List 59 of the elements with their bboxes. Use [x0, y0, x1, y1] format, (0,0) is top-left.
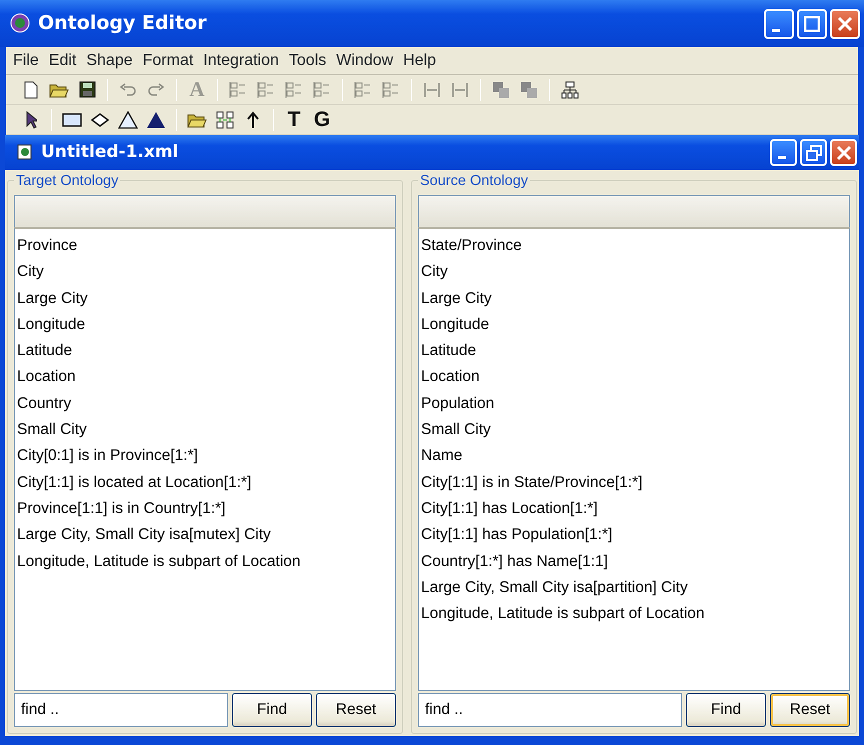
menu-item[interactable]: Help: [398, 48, 442, 72]
window-title: Ontology Editor: [38, 11, 208, 36]
list-item[interactable]: City[1:1] is in State/Province[1:*]: [419, 470, 849, 496]
restore-button[interactable]: [800, 139, 827, 166]
list-item[interactable]: Country: [15, 390, 395, 418]
minimize-button[interactable]: [764, 8, 794, 38]
close-button[interactable]: [830, 139, 857, 166]
close-icon: [836, 144, 852, 160]
maximize-button[interactable]: [797, 8, 827, 38]
search-field[interactable]: find ..: [418, 693, 682, 727]
list-item[interactable]: Longitude, Latitude is subpart of Location: [419, 601, 849, 628]
list-item[interactable]: State/Province: [419, 233, 849, 260]
list-item[interactable]: Province[1:1] is in Country[1:*]: [15, 496, 395, 522]
list-item[interactable]: City[1:1] has Location[1:*]: [419, 496, 849, 522]
menu-item[interactable]: File: [8, 48, 44, 72]
list-item[interactable]: Province: [15, 233, 395, 260]
menu-item[interactable]: Integration: [198, 48, 284, 72]
reset-button[interactable]: Reset: [316, 693, 396, 727]
close-button[interactable]: [830, 8, 860, 38]
list-item[interactable]: Location: [15, 364, 395, 391]
list-item[interactable]: Large City, Small City isa[mutex] City: [15, 522, 395, 549]
list-item[interactable]: Longitude, Latitude is subpart of Location: [15, 548, 395, 575]
list-item[interactable]: Longitude: [15, 312, 395, 338]
list-item[interactable]: Longitude: [419, 312, 849, 338]
menu-item[interactable]: Format: [138, 48, 198, 72]
restore-icon: [806, 144, 822, 160]
list-item[interactable]: City[1:1] has Population[1:*]: [419, 522, 849, 549]
minimize-icon: [772, 28, 780, 32]
close-icon: [837, 16, 853, 32]
list-item[interactable]: Latitude: [419, 338, 849, 364]
list-item[interactable]: Name: [419, 443, 849, 470]
reset-button[interactable]: Reset: [770, 693, 850, 727]
toolbar-button[interactable]: T: [283, 108, 305, 132]
maximize-icon: [804, 16, 820, 32]
minimize-button[interactable]: [770, 139, 797, 166]
list-item[interactable]: Population: [419, 390, 849, 418]
menu-item[interactable]: Window: [331, 48, 398, 72]
list-item[interactable]: Country[1:*] has Name[1:1]: [419, 548, 849, 575]
list-item[interactable]: City: [419, 259, 849, 286]
minimize-icon: [778, 156, 786, 159]
list-item[interactable]: Large City, Small City isa[partition] City: [419, 574, 849, 602]
menu-item[interactable]: Edit: [44, 48, 82, 72]
list-item[interactable]: Latitude: [15, 338, 395, 364]
find-button[interactable]: Find: [232, 693, 312, 727]
list-item[interactable]: Small City: [15, 417, 395, 444]
menu-item[interactable]: Shape: [81, 48, 138, 72]
list-item[interactable]: City: [15, 259, 395, 286]
find-button[interactable]: Find: [686, 693, 766, 727]
list-item[interactable]: Small City: [419, 417, 849, 444]
app-icon: [10, 12, 30, 36]
list-item[interactable]: Large City: [419, 286, 849, 312]
list-item[interactable]: City[1:1] is located at Location[1:*]: [15, 470, 395, 496]
list-item[interactable]: Large City: [15, 286, 395, 312]
toolbar-button[interactable]: G: [311, 108, 333, 132]
list-item[interactable]: Location: [419, 364, 849, 391]
menu-item[interactable]: Tools: [284, 48, 332, 72]
document-title: Untitled-1.xml: [41, 140, 180, 164]
list-item[interactable]: City[0:1] is in Province[1:*]: [15, 443, 395, 470]
search-field[interactable]: find ..: [14, 693, 228, 727]
